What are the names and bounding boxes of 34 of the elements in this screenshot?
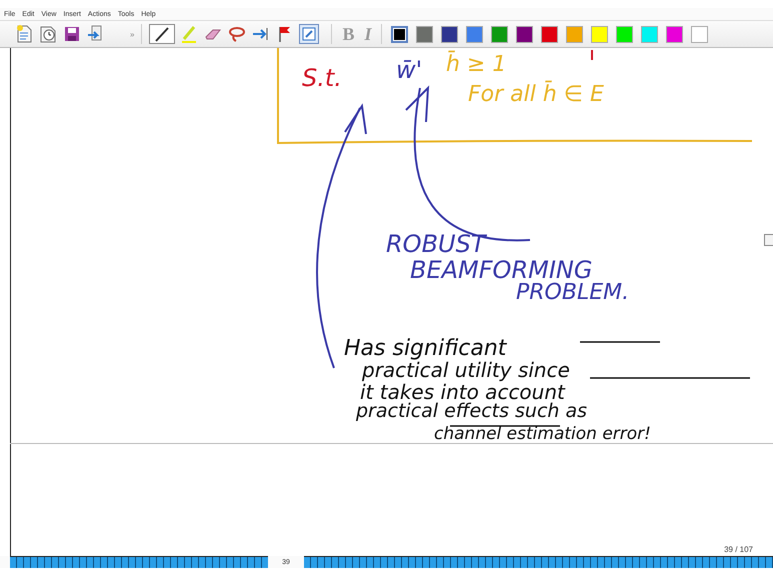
handwritten-text: ROBUST — [386, 232, 486, 256]
ink-tick — [591, 50, 593, 60]
handwritten-text: channel estimation error! — [434, 426, 651, 443]
color-swatch[interactable] — [666, 26, 684, 42]
handwritten-text: Has significant — [344, 338, 506, 360]
color-swatch[interactable] — [441, 26, 458, 42]
color-swatch[interactable] — [516, 26, 534, 42]
color-swatch[interactable] — [591, 26, 608, 42]
handwritten-text: w̄' — [396, 58, 422, 82]
selection-icon[interactable] — [299, 24, 320, 44]
resize-handle[interactable] — [764, 234, 773, 246]
color-swatch[interactable] — [566, 26, 584, 42]
color-swatch[interactable] — [541, 26, 558, 42]
handwritten-text: it takes into account — [360, 382, 565, 402]
handwritten-text: BEAMFORMING — [410, 258, 592, 282]
color-swatch[interactable] — [391, 26, 408, 42]
color-swatch[interactable] — [466, 26, 484, 42]
page-strip[interactable] — [10, 556, 268, 568]
save-icon[interactable] — [62, 24, 82, 44]
new-page-icon[interactable] — [14, 24, 34, 44]
page-indicator: 39 / 107 — [724, 545, 753, 554]
handwritten-text: practical effects such as — [356, 402, 588, 421]
handwritten-text: PROBLEM. — [516, 282, 630, 304]
handwritten-text: practical utility since — [362, 360, 570, 380]
lasso-icon[interactable] — [227, 24, 248, 44]
handwritten-text: S.t. — [302, 66, 342, 90]
color-swatch[interactable] — [691, 26, 708, 42]
page-strip[interactable] — [304, 556, 773, 568]
color-swatch[interactable] — [616, 26, 634, 42]
pen-icon[interactable] — [149, 24, 176, 44]
timer-icon[interactable] — [38, 24, 58, 44]
color-swatch[interactable] — [416, 26, 434, 42]
color-swatch[interactable] — [641, 26, 658, 42]
color-swatch[interactable] — [491, 26, 508, 42]
